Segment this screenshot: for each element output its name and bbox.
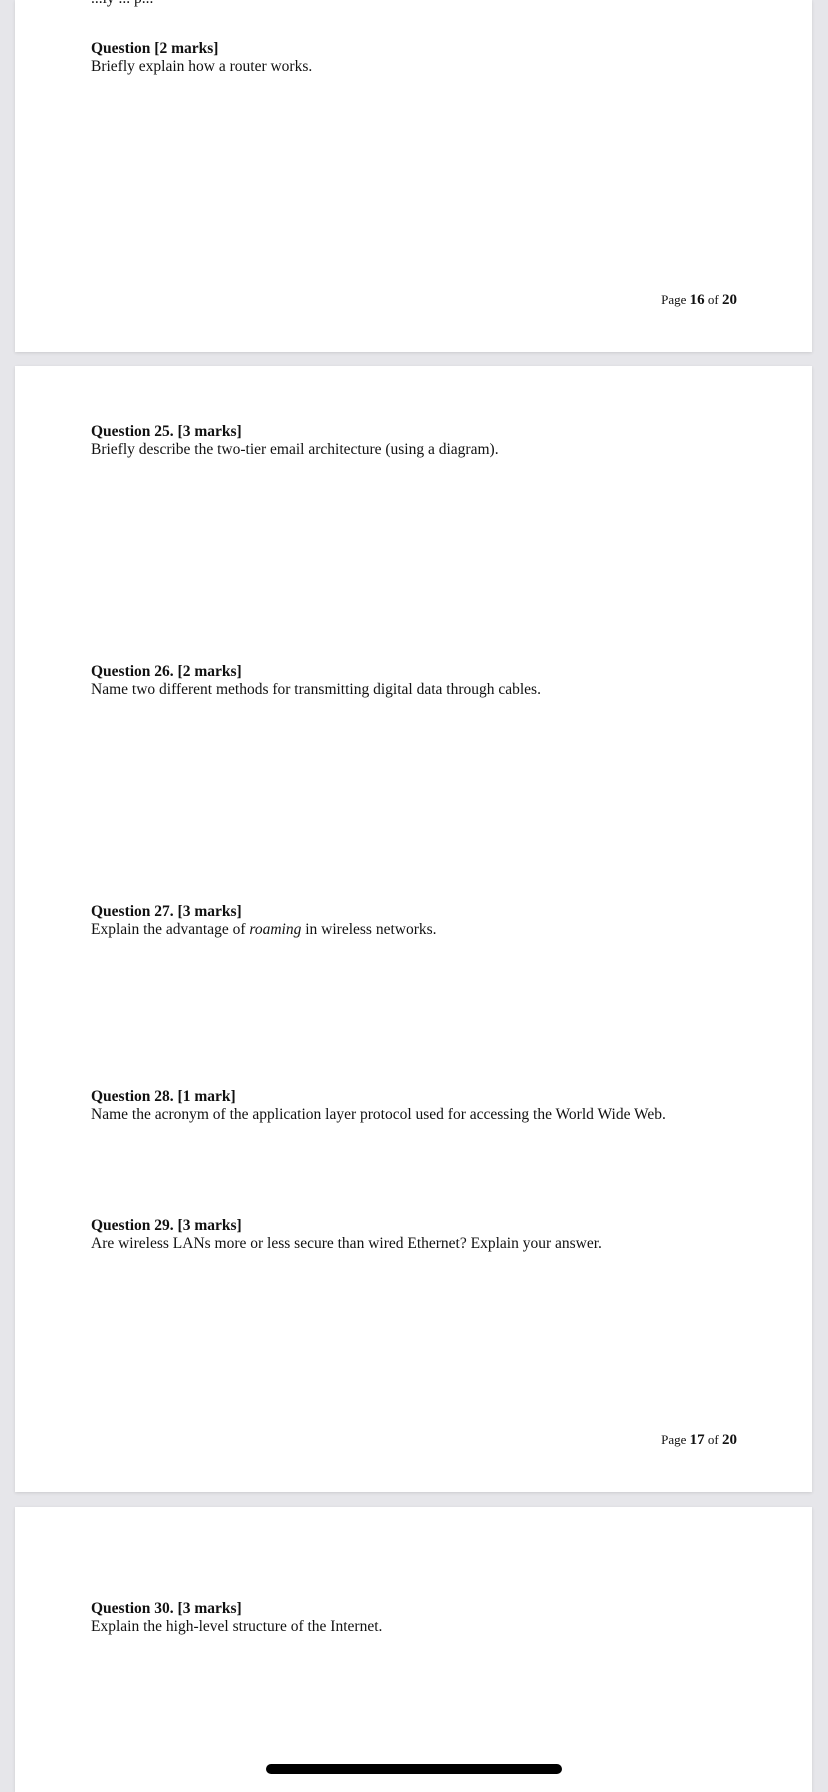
question-title: Question 28. [1 mark] xyxy=(91,1088,236,1105)
question-text: Explain the advantage of roaming in wire… xyxy=(91,921,437,938)
question-text: Are wireless LANs more or less secure th… xyxy=(91,1235,602,1252)
emphasized-term: roaming xyxy=(249,921,302,938)
question-title: Question [2 marks] xyxy=(91,40,219,57)
question-text: Explain the high-level structure of the … xyxy=(91,1618,383,1635)
home-indicator[interactable] xyxy=(266,1764,562,1774)
question-text: Briefly explain how a router works. xyxy=(91,58,313,75)
document-page-18: Question 30. [3 marks] Explain the high-… xyxy=(15,1507,812,1792)
question-title: Question 29. [3 marks] xyxy=(91,1217,242,1234)
document-page-17: Question 25. [3 marks] Briefly describe … xyxy=(15,366,812,1492)
page-number: Page 17 of 20 xyxy=(661,1432,737,1448)
cut-off-text: ...ly ... p... xyxy=(91,0,153,8)
document-page-16: ...ly ... p... Question [2 marks] Briefl… xyxy=(15,0,812,352)
question-27: Question 27. [3 marks] Explain the advan… xyxy=(91,903,781,939)
question-25: Question 25. [3 marks] Briefly describe … xyxy=(91,423,781,459)
question-text: Briefly describe the two-tier email arch… xyxy=(91,441,499,458)
question-24: Question [2 marks] Briefly explain how a… xyxy=(91,40,781,76)
question-text: Name two different methods for transmitt… xyxy=(91,681,541,698)
question-26: Question 26. [2 marks] Name two differen… xyxy=(91,663,781,699)
question-title: Question 27. [3 marks] xyxy=(91,903,242,920)
question-29: Question 29. [3 marks] Are wireless LANs… xyxy=(91,1217,781,1253)
question-text: Name the acronym of the application laye… xyxy=(91,1106,666,1123)
question-28: Question 28. [1 mark] Name the acronym o… xyxy=(91,1088,781,1124)
question-title: Question 26. [2 marks] xyxy=(91,663,242,680)
question-title: Question 30. [3 marks] xyxy=(91,1600,242,1617)
question-30: Question 30. [3 marks] Explain the high-… xyxy=(91,1600,781,1636)
page-number: Page 16 of 20 xyxy=(661,292,737,308)
question-title: Question 25. [3 marks] xyxy=(91,423,242,440)
